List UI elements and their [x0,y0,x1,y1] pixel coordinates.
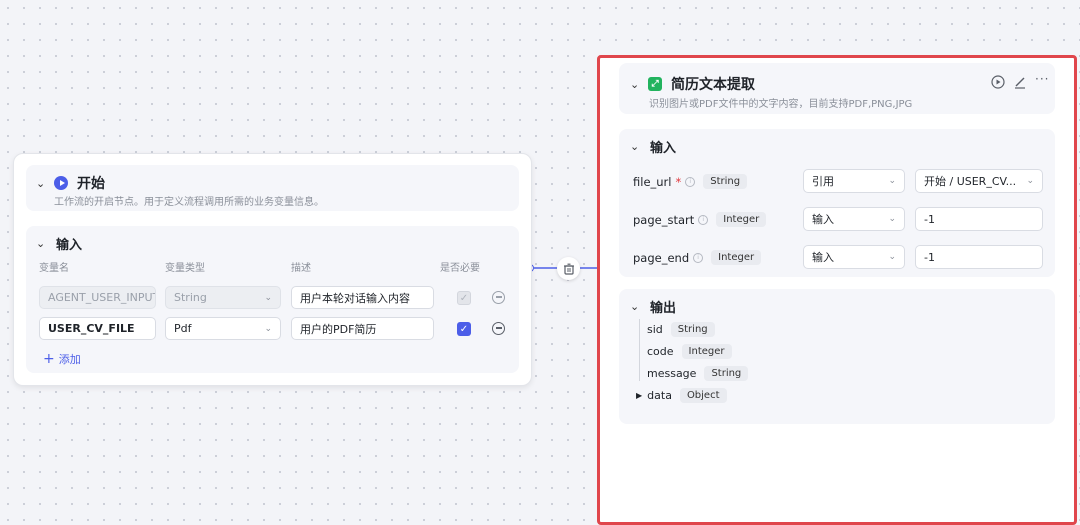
output-name: data [647,389,672,402]
edit-node-button[interactable] [1013,75,1027,92]
extract-output-title: 输出 [650,301,677,316]
edge-delete-button[interactable] [557,257,580,280]
output-item-message: message String [647,366,749,381]
chevron-down-icon[interactable]: ⌄ [36,177,48,190]
chevron-down-icon: ⌄ [888,252,896,262]
output-item-data[interactable]: ▶ data Object [636,388,727,403]
variable-name-input[interactable]: USER_CV_FILE [39,317,156,340]
param-source-value: 输入 [812,251,834,264]
variable-type-select[interactable]: String ⌄ [165,286,281,309]
extract-input-section: ⌄ 输入 file_url * i String 引用 ⌄ 开始 / USER_… [619,129,1055,277]
text-extract-icon: ⤢ [648,77,662,91]
play-circle-icon [991,75,1005,89]
param-type-tag: String [703,174,748,189]
param-name: page_end [633,250,690,265]
start-node-header: ⌄ 开始 工作流的开启节点。用于定义流程调用所需的业务变量信息。 [26,165,519,211]
param-name: file_url [633,174,672,189]
run-node-button[interactable] [991,75,1005,92]
output-type-tag: String [704,366,749,381]
start-input-section: ⌄ 输入 变量名 变量类型 描述 是否必要 AGENT_USER_INPUT S… [26,226,519,373]
column-header-type: 变量类型 [165,263,205,274]
output-name: sid [647,323,663,336]
remove-row-icon[interactable] [492,322,505,335]
variable-type-value: Pdf [174,322,192,335]
column-header-name: 变量名 [39,263,69,274]
param-value-input[interactable]: -1 [915,245,1043,269]
extract-output-section: ⌄ 输出 sid String code Integer message Str… [619,289,1055,424]
param-value-select[interactable]: 开始 / USER_CV... ⌄ [915,169,1043,193]
param-value-input[interactable]: -1 [915,207,1043,231]
column-header-description: 描述 [291,263,311,274]
column-header-required: 是否必要 [440,263,480,274]
trash-icon [563,263,574,275]
variable-name-input[interactable]: AGENT_USER_INPUT [39,286,156,309]
chevron-down-icon: ⌄ [888,176,896,186]
chevron-down-icon[interactable]: ⌄ [630,300,642,313]
param-source-select[interactable]: 输入 ⌄ [803,207,905,231]
output-type-tag: String [670,322,715,337]
output-item-sid: sid String [647,322,715,337]
chevron-down-icon[interactable]: ⌄ [630,140,642,153]
param-source-value: 引用 [812,175,834,188]
caret-right-icon[interactable]: ▶ [636,391,642,400]
param-source-select[interactable]: 输入 ⌄ [803,245,905,269]
output-type-tag: Object [679,388,727,403]
param-row-page-start: page_start i Integer [633,212,767,227]
output-name: code [647,345,674,358]
extract-input-title: 输入 [650,141,677,156]
param-type-tag: Integer [716,212,767,227]
required-checkbox[interactable]: ✓ [457,322,471,336]
description-input[interactable]: 用户的PDF简历 [291,317,434,340]
start-node-title: 开始 [77,176,105,192]
variable-type-select[interactable]: Pdf ⌄ [165,317,281,340]
param-source-select[interactable]: 引用 ⌄ [803,169,905,193]
param-row-file-url: file_url * i String [633,174,748,189]
pencil-icon [1015,77,1025,89]
param-row-page-end: page_end i Integer [633,250,762,265]
param-name: page_start [633,212,695,227]
chevron-down-icon[interactable]: ⌄ [630,78,642,91]
required-checkbox[interactable]: ✓ [457,291,471,305]
param-type-tag: Integer [711,250,762,265]
extract-node-header: ⌄ ⤢ 简历文本提取 识别图片或PDF文件中的文字内容，目前支持PDF,PNG,… [619,63,1055,114]
start-node-subtitle: 工作流的开启节点。用于定义流程调用所需的业务变量信息。 [54,197,324,208]
param-value: 开始 / USER_CV... [924,175,1017,188]
variable-type-value: String [174,291,207,304]
chevron-down-icon: ⌄ [1026,176,1034,186]
start-input-title: 输入 [56,238,83,253]
description-input[interactable]: 用户本轮对话输入内容 [291,286,434,309]
add-variable-label: 添加 [58,353,81,366]
extract-node-title: 简历文本提取 [671,77,755,93]
play-icon [54,176,68,190]
output-item-code: code Integer [647,344,732,359]
chevron-down-icon: ⌄ [264,292,272,303]
output-tree-line [639,319,640,381]
resume-extract-node[interactable]: ⌄ ⤢ 简历文本提取 识别图片或PDF文件中的文字内容，目前支持PDF,PNG,… [597,55,1077,525]
info-icon: i [693,252,704,263]
chevron-down-icon[interactable]: ⌄ [36,237,48,250]
chevron-down-icon: ⌄ [888,214,896,224]
param-source-value: 输入 [812,213,834,226]
more-horizontal-icon: ··· [1035,72,1050,86]
remove-row-icon[interactable] [492,291,505,304]
extract-node-subtitle: 识别图片或PDF文件中的文字内容，目前支持PDF,PNG,JPG [649,99,913,110]
plus-icon: + [43,351,55,367]
required-marker: * [675,174,682,189]
more-options-button[interactable]: ··· [1035,72,1049,86]
add-variable-button[interactable]: + 添加 [43,351,81,367]
output-name: message [647,367,697,380]
chevron-down-icon: ⌄ [264,323,272,334]
info-icon: i [685,176,696,187]
start-node[interactable]: ⌄ 开始 工作流的开启节点。用于定义流程调用所需的业务变量信息。 ⌄ 输入 变量… [13,153,532,386]
output-type-tag: Integer [681,344,732,359]
info-icon: i [698,214,709,225]
